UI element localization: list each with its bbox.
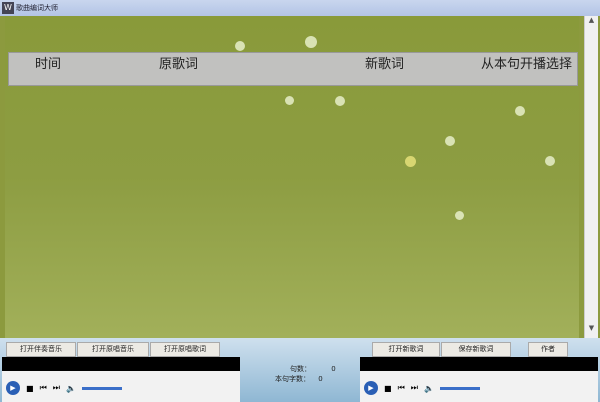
music-player-left: ▶ ■ ⏮ ⏭ 🔈 [2, 357, 240, 402]
title-bar: W 歌曲编词大师 [0, 0, 600, 16]
line-count: 句数： 0 [290, 365, 336, 373]
volume-slider[interactable] [81, 386, 122, 390]
open-accompaniment-button[interactable]: 打开伴奏音乐 [6, 342, 76, 357]
lyrics-table-header: 时间 原歌词 新歌词 从本句开播选择 [8, 52, 578, 86]
video-area [360, 357, 598, 371]
column-play-from[interactable]: 从本句开播选择 [481, 53, 572, 72]
open-original-lyrics-button[interactable]: 打开原唱歌词 [150, 342, 220, 357]
next-icon[interactable]: ⏭ [411, 383, 418, 393]
volume-icon[interactable]: 🔈 [424, 384, 434, 393]
scroll-up-icon[interactable]: ▲ [585, 16, 598, 30]
vertical-scrollbar[interactable]: ▲ ▼ [584, 16, 598, 338]
play-icon[interactable]: ▶ [6, 381, 20, 395]
open-original-music-button[interactable]: 打开原唱音乐 [77, 342, 149, 357]
music-player-right: ▶ ■ ⏮ ⏭ 🔈 [360, 357, 598, 402]
stop-icon[interactable]: ■ [26, 384, 34, 393]
stop-icon[interactable]: ■ [384, 384, 392, 393]
previous-icon[interactable]: ⏮ [40, 383, 47, 393]
previous-icon[interactable]: ⏮ [398, 383, 405, 393]
save-new-lyrics-button[interactable]: 保存新歌词 [441, 342, 511, 357]
volume-icon[interactable]: 🔈 [66, 384, 76, 393]
column-original-lyrics[interactable]: 原歌词 [159, 53, 198, 72]
char-count: 本句字数： 0 [275, 375, 323, 383]
app-icon: W [2, 2, 14, 14]
open-new-lyrics-button[interactable]: 打开新歌词 [372, 342, 440, 357]
volume-slider[interactable] [439, 386, 480, 390]
scroll-down-icon[interactable]: ▼ [585, 324, 598, 338]
play-icon[interactable]: ▶ [364, 381, 378, 395]
column-time[interactable]: 时间 [35, 53, 61, 72]
window-title: 歌曲编词大师 [16, 4, 58, 12]
column-new-lyrics[interactable]: 新歌词 [365, 53, 404, 72]
author-button[interactable]: 作者 [528, 342, 568, 357]
video-area [2, 357, 240, 371]
next-icon[interactable]: ⏭ [53, 383, 60, 393]
